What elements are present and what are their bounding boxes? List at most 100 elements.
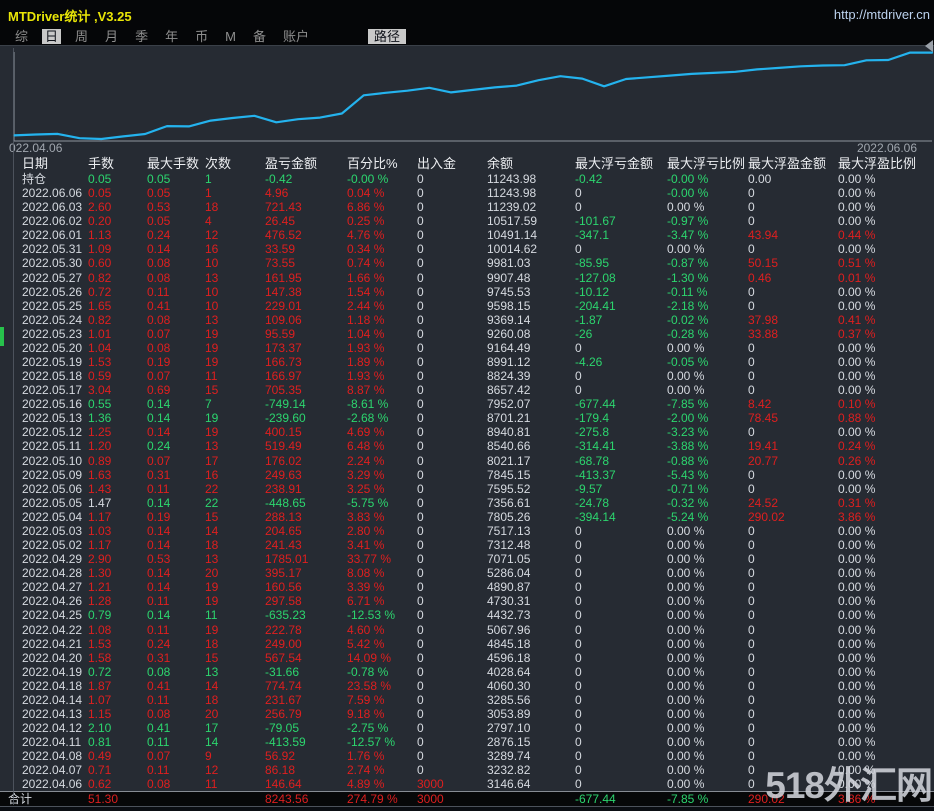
cell: 2022.05.23 [22,326,83,341]
table-row[interactable]: 2022.05.03 1.03 0.14 14 204.65 2.80 % 0 7517.13… [0,524,934,538]
cell: -0.78 % [347,664,389,679]
table-row[interactable]: 2022.05.13 1.36 0.14 19 -239.60 -2.68 % 0 8701.… [0,411,934,425]
cell: 0 [748,523,755,538]
table-row[interactable]: 2022.05.25 1.65 0.41 10 229.01 2.44 % 0 9598.15… [0,299,934,313]
cell: 0.69 [147,383,171,398]
cell: 11 [205,369,218,384]
table-row[interactable]: 2022.04.25 0.79 0.14 11 -635.23 -12.53 % 0 4432… [0,608,934,622]
cell: 0.41 [147,721,171,736]
cell: 0.00 % [667,678,705,693]
menu-item-币[interactable]: 币 [192,29,211,44]
table-row[interactable]: 2022.05.24 0.82 0.08 13 109.06 1.18 % 0 9369.14… [0,313,934,327]
table-row[interactable]: 2022.05.19 1.53 0.19 19 166.73 1.89 % 0 8991.12… [0,355,934,369]
cell: 147.38 [265,284,302,299]
table-row[interactable]: 2022.04.19 0.72 0.08 13 -31.66 -0.78 % 0 4028.6… [0,665,934,679]
table-row[interactable]: 2022.05.23 1.01 0.07 19 95.59 1.04 % 0 9260.08 -… [0,327,934,341]
cell: 476.52 [265,228,302,243]
table-row[interactable]: 2022.05.10 0.89 0.07 17 176.02 2.24 % 0 8021.17… [0,454,934,468]
cell: 0.00 % [838,566,876,581]
cell: 0.05 [147,186,171,201]
equity-curve-chart [12,51,934,142]
cell: 0.11 [147,735,170,750]
table-row[interactable]: 2022.05.11 1.20 0.24 13 519.49 6.48 % 0 8540.66… [0,439,934,453]
table-row[interactable]: 2022.05.16 0.55 0.14 7 -749.14 -8.61 % 0 7952.0… [0,397,934,411]
cell: 13 [205,439,219,454]
cell: -0.42 [575,172,603,186]
cell: 6.48 % [347,439,385,454]
table-row[interactable]: 2022.05.31 1.09 0.14 16 33.59 0.34 % 0 10014.62… [0,242,934,256]
cell: 0.19 [147,355,171,370]
table-row[interactable]: 2022.04.20 1.58 0.31 15 567.54 14.09 % 0 4596.1… [0,651,934,665]
cell: 3.39 % [347,580,385,595]
scroll-left-arrow-icon[interactable] [925,40,933,52]
table-row[interactable]: 2022.05.18 0.59 0.07 11 166.97 1.93 % 0 8824.39… [0,369,934,383]
cell: 2022.05.27 [22,270,83,285]
menu-item-账户[interactable]: 账户 [280,29,312,44]
table-row[interactable]: 2022.05.05 1.47 0.14 22 -448.65 -5.75 % 0 7356.… [0,496,934,510]
column-header: 最大手数 [147,156,200,171]
table-row[interactable]: 2022.05.12 1.25 0.14 19 400.15 4.69 % 0 8940.81… [0,425,934,439]
cell: 0 [748,636,755,651]
cell: 222.78 [265,622,302,637]
table-row[interactable]: 2022.06.03 2.60 0.53 18 721.43 6.86 % 0 11239.0… [0,200,934,214]
table-row[interactable]: 2022.05.06 1.43 0.11 22 238.91 3.25 % 0 7595.52… [0,482,934,496]
cell [147,792,205,806]
menu-item-M[interactable]: M [222,29,239,44]
menu-item-周[interactable]: 周 [72,29,91,44]
cell: 33.88 [748,326,779,341]
cell: 160.56 [265,580,302,595]
cell: 2022.04.06 [22,777,83,792]
table-row[interactable]: 2022.04.27 1.21 0.14 19 160.56 3.39 % 0 4890.87… [0,580,934,594]
table-row[interactable]: 2022.04.11 0.81 0.11 14 -413.59 -12.57 % 0 2876… [0,735,934,749]
cell: 0.34 % [347,242,385,257]
menu-item-日[interactable]: 日 [42,29,62,44]
table-row[interactable]: 2022.05.02 1.17 0.14 18 241.43 3.41 % 0 7312.48… [0,538,934,552]
table-row[interactable]: 2022.05.04 1.17 0.19 15 288.13 3.83 % 0 7805.26… [0,510,934,524]
table-row[interactable]: 2022.05.26 0.72 0.11 10 147.38 1.54 % 0 9745.53… [0,285,934,299]
table-row[interactable]: 2022.05.27 0.82 0.08 13 161.95 1.66 % 0 9907.48… [0,271,934,285]
cell: 109.06 [265,312,302,327]
table-row[interactable]: 2022.04.12 2.10 0.41 17 -79.05 -2.75 % 0 2797.1… [0,721,934,735]
cell: 2.10 [88,721,112,736]
table-row[interactable]: 2022.05.30 0.60 0.08 10 73.55 0.74 % 0 9981.03 -… [0,256,934,270]
cell: 0 [748,214,755,229]
table-row[interactable]: 2022.04.21 1.53 0.24 18 249.00 5.42 % 0 4845.18… [0,637,934,651]
menu-item-综[interactable]: 综 [12,29,31,44]
cell: 161.95 [265,270,302,285]
cell: 8940.81 [487,425,531,440]
table-row[interactable]: 2022.04.29 2.90 0.53 13 1785.01 33.77 % 0 7071.… [0,552,934,566]
table-row[interactable]: 2022.05.09 1.63 0.31 16 249.63 3.29 % 0 7845.15… [0,468,934,482]
table-row[interactable]: 2022.04.13 1.15 0.08 20 256.79 9.18 % 0 3053.89… [0,707,934,721]
cell: 4.69 % [347,425,385,440]
cell: 0.00 % [838,706,876,721]
table-row[interactable]: 2022.04.22 1.08 0.11 19 222.78 4.60 % 0 5067.96… [0,623,934,637]
cell: 4.76 % [347,228,385,243]
menu-item-月[interactable]: 月 [102,29,121,44]
cell: 0.51 % [838,256,876,271]
table-row[interactable]: 2022.05.17 3.04 0.69 15 705.35 8.87 % 0 8657.42… [0,383,934,397]
table-row[interactable]: 2022.04.14 1.07 0.11 18 231.67 7.59 % 0 3285.56… [0,693,934,707]
menu-item-备[interactable]: 备 [250,29,269,44]
cell: -85.95 [575,256,610,271]
menu-item-年[interactable]: 年 [162,29,181,44]
path-button[interactable]: 路径 [367,29,406,44]
table-row[interactable]: 2022.04.26 1.28 0.11 19 297.58 6.71 % 0 4730.31… [0,594,934,608]
cell: 8.87 % [347,383,385,398]
cell: 0 [748,355,755,370]
table-row[interactable]: 2022.05.20 1.04 0.08 19 173.37 1.93 % 0 9164.49… [0,341,934,355]
cell: -0.87 % [667,256,709,271]
cell: 2022.04.08 [22,749,83,764]
table-row[interactable]: 持仓 0.05 0.05 1 -0.42 -0.00 % 0 11243.98 -0.42 -0.… [0,172,934,186]
cell: 37.98 [748,312,779,327]
website-link[interactable]: http://mtdriver.cn [834,7,930,22]
table-row[interactable]: 2022.04.18 1.87 0.41 14 774.74 23.58 % 0 4060.3… [0,679,934,693]
menu-item-季[interactable]: 季 [132,29,151,44]
table-row[interactable]: 2022.06.06 0.05 0.05 1 4.96 0.04 % 0 11243.98 0 -… [0,186,934,200]
cell: 2022.04.20 [22,650,83,665]
cell: 3000 [417,792,444,807]
table-row[interactable]: 2022.06.01 1.13 0.24 12 476.52 4.76 % 0 10491.1… [0,228,934,242]
table-row[interactable]: 2022.06.02 0.20 0.05 4 26.45 0.25 % 0 10517.59 -… [0,214,934,228]
cell: 0.08 [147,664,171,679]
table-row[interactable]: 2022.04.28 1.30 0.14 20 395.17 8.08 % 0 5286.04… [0,566,934,580]
cell: 11 [205,777,218,792]
